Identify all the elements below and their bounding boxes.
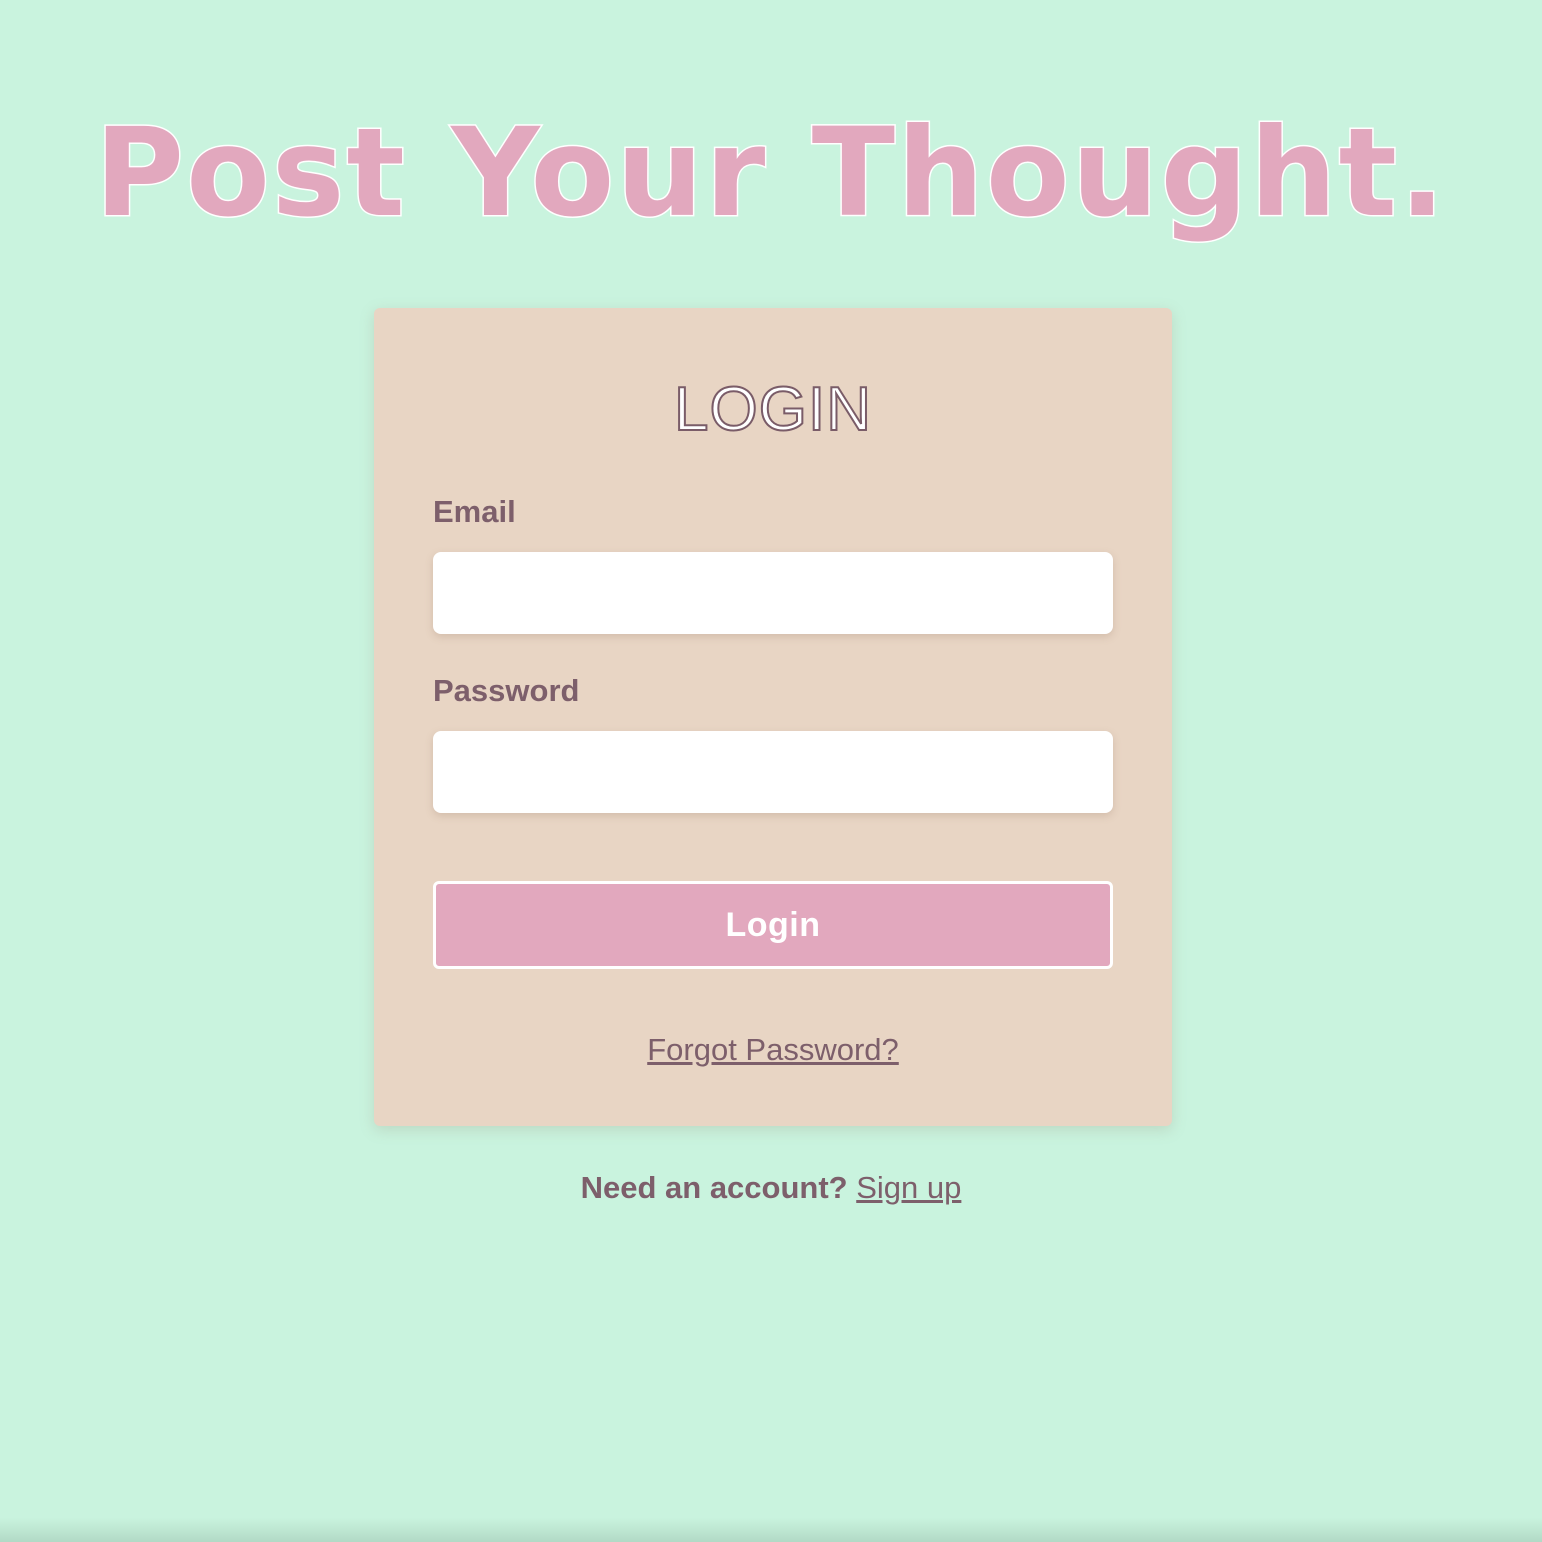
email-label: Email — [433, 494, 516, 529]
forgot-password-row: Forgot Password? — [374, 1032, 1172, 1068]
email-field[interactable] — [433, 552, 1113, 634]
login-button[interactable]: Login — [433, 881, 1113, 969]
password-field[interactable] — [433, 731, 1113, 813]
login-heading: LOGIN — [673, 374, 872, 445]
signup-prompt: Need an account? — [580, 1170, 848, 1205]
forgot-password-link[interactable]: Forgot Password? — [647, 1032, 899, 1067]
login-card: LOGIN Email Password Login Forgot Passwo… — [374, 308, 1172, 1126]
brand-title: Post Your Thought. — [93, 100, 1448, 245]
bottom-edge-shade — [0, 1518, 1542, 1542]
signup-row: Need an account? Sign up — [0, 1170, 1542, 1206]
signup-link[interactable]: Sign up — [856, 1170, 961, 1205]
password-label: Password — [433, 673, 580, 708]
